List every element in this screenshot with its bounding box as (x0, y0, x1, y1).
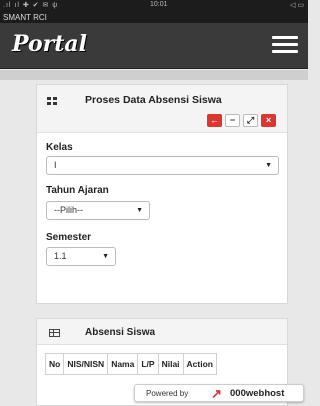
status-time: 10:01 (150, 1, 168, 8)
table-header-row: No NIS/NISN Nama L/P Nilai Action (44, 353, 217, 375)
kelas-label: Kelas (46, 142, 73, 153)
attendance-process-card: Proses Data Absensi Siswa ← − ⤢ × Kelas … (36, 84, 288, 304)
semester-select[interactable]: 1.1 ▼ (46, 247, 116, 266)
column-header[interactable]: Nilai (157, 353, 184, 375)
status-bar: .ıl ıl ✚ ✔ ✉ ψ 10:01 ◁ ▭ (0, 0, 308, 12)
column-header[interactable]: L/P (137, 353, 159, 375)
expand-button[interactable]: ⤢ (243, 114, 258, 127)
column-header[interactable]: NIS/NISN (63, 353, 109, 375)
column-header[interactable]: Nama (107, 353, 139, 375)
tahun-ajaran-label: Tahun Ajaran (46, 185, 109, 196)
table-icon (49, 329, 60, 337)
powered-by-text: Powered by (146, 389, 189, 398)
card-header: Proses Data Absensi Siswa ← − ⤢ × (37, 85, 287, 133)
semester-label: Semester (46, 232, 92, 243)
card-title: Absensi Siswa (85, 327, 156, 338)
kelas-value: I (54, 160, 57, 170)
brand-logo[interactable]: Portal (12, 31, 87, 57)
chevron-down-icon: ▼ (265, 162, 272, 169)
back-button[interactable]: ← (207, 114, 222, 127)
chevron-down-icon: ▼ (136, 207, 143, 214)
navbar-shadow (0, 70, 308, 80)
powered-by-badge[interactable]: Powered by ↗ 000webhost (134, 384, 304, 402)
top-navbar: Portal (0, 23, 308, 69)
minimize-button[interactable]: − (225, 114, 240, 127)
semester-value: 1.1 (54, 251, 67, 261)
status-right-icons: ◁ ▭ (290, 2, 304, 9)
tahun-ajaran-select[interactable]: --Pilih-- ▼ (46, 201, 150, 220)
chevron-down-icon: ▼ (102, 253, 109, 260)
hamburger-menu-icon[interactable] (272, 36, 298, 56)
webhost-logo-icon: ↗ (211, 386, 222, 401)
attendance-table: No NIS/NISN Nama L/P Nilai Action (44, 353, 217, 375)
close-button[interactable]: × (261, 114, 276, 127)
card-header: Absensi Siswa (37, 319, 287, 345)
status-icons: .ıl ıl ✚ ✔ ✉ ψ (3, 2, 59, 9)
column-header[interactable]: No (44, 353, 65, 375)
column-header[interactable]: Action (182, 353, 217, 375)
tahun-ajaran-value: --Pilih-- (54, 205, 83, 215)
grid-icon (47, 97, 57, 105)
kelas-select[interactable]: I ▼ (46, 156, 279, 175)
powered-by-brand: 000webhost (230, 388, 285, 399)
window-title: SMANT RCI (0, 12, 308, 23)
card-title: Proses Data Absensi Siswa (85, 94, 222, 106)
